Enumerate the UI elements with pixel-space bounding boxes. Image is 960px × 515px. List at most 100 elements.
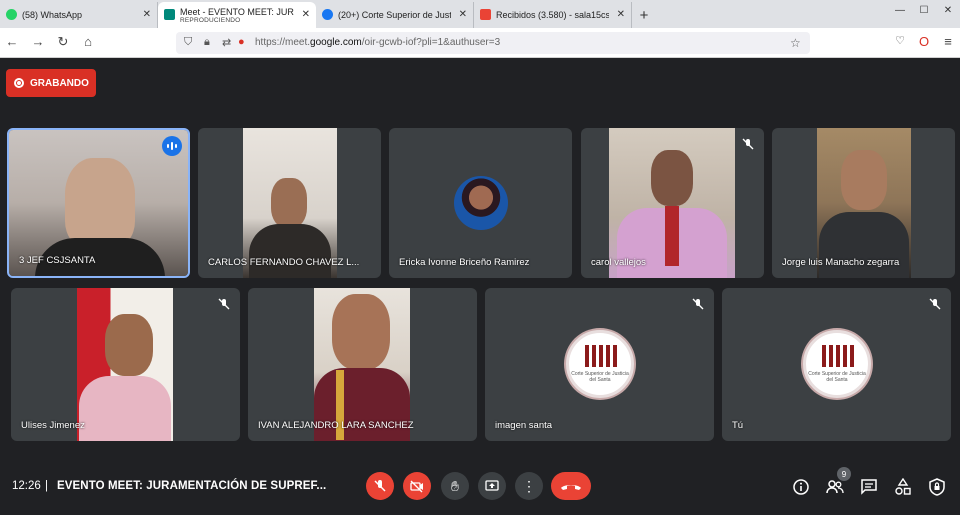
meet-stage: GRABANDO 3 JEF CSJSANTA CARLOS FERNANDO … — [0, 58, 960, 515]
tab-title: Meet - EVENTO MEET: JURAMEN — [180, 6, 294, 17]
back-icon[interactable]: ← — [2, 34, 22, 49]
participant-tile[interactable]: CARLOS FERNANDO CHAVEZ L... — [198, 128, 381, 278]
meeting-time: 12:26 — [12, 480, 41, 492]
participant-name: Ericka Ivonne Briceño Ramirez — [399, 257, 530, 268]
court-logo-avatar: Corte Superior de Justicia del Santa — [803, 330, 871, 398]
video-feed — [243, 128, 337, 278]
face — [841, 150, 887, 210]
more-vert-icon: ⋮ — [522, 477, 536, 494]
participant-tile[interactable]: Ulises Jimenez — [11, 288, 240, 441]
activities-icon[interactable] — [894, 478, 912, 496]
participant-name: Tú — [732, 420, 744, 431]
recording-label: GRABANDO — [30, 77, 89, 89]
tab-meet[interactable]: Meet - EVENTO MEET: JURAMEN REPRODUCIEND… — [158, 2, 316, 28]
participant-tile[interactable]: Corte Superior de Justicia del Santa Tú — [722, 288, 951, 441]
raise-hand-button[interactable]: ✋︎ — [441, 472, 469, 500]
tab-title: (20+) Corte Superior de Justicia — [338, 10, 451, 20]
leave-call-button[interactable] — [551, 472, 591, 500]
participant-tile[interactable]: Jorge luis Manacho zegarra — [772, 128, 955, 278]
close-tab-icon[interactable]: ✕ — [302, 9, 310, 20]
tab-facebook[interactable]: (20+) Corte Superior de Justicia ✕ — [316, 2, 474, 28]
gmail-icon — [480, 9, 491, 20]
tab-gmail[interactable]: Recibidos (3.580) - sala15csjsant ✕ — [474, 2, 632, 28]
browser-tab-bar: (58) WhatsApp ✕ Meet - EVENTO MEET: JURA… — [0, 0, 960, 28]
window-controls: — ☐ ✕ — [888, 0, 960, 20]
avatar — [454, 176, 508, 230]
close-tab-icon[interactable]: ✕ — [617, 9, 625, 20]
whatsapp-icon — [6, 9, 17, 20]
meeting-title: EVENTO MEET: JURAMENTACIÓN DE SUPREF... — [57, 480, 327, 492]
forward-icon[interactable]: → — [28, 34, 48, 49]
tab-subtitle: REPRODUCIENDO — [180, 16, 241, 24]
video-feed — [817, 128, 911, 278]
close-tab-icon[interactable]: ✕ — [143, 9, 151, 20]
face — [651, 150, 693, 206]
meet-control-bar: 12:26 | EVENTO MEET: JURAMENTACIÓN DE SU… — [0, 458, 960, 515]
recording-badge: GRABANDO — [6, 69, 96, 97]
participant-tile[interactable]: Corte Superior de Justicia del Santa ima… — [485, 288, 714, 441]
divider: | — [45, 480, 48, 492]
participant-tile[interactable]: 3 JEF CSJSANTA — [7, 128, 190, 278]
mic-off-icon — [742, 138, 754, 150]
hand-icon: ✋︎ — [451, 477, 459, 494]
mic-off-icon — [692, 298, 704, 310]
mic-toggle-button[interactable] — [366, 472, 394, 500]
participant-tile[interactable]: Ericka Ivonne Briceño Ramirez — [389, 128, 572, 278]
address-bar[interactable]: ⛉ 🔒︎ ⇄ ● https://meet.google.com/oir-gcw… — [176, 32, 810, 54]
court-logo-text: Corte Superior de Justicia del Santa — [571, 371, 629, 383]
meet-icon — [164, 9, 175, 20]
face — [105, 314, 153, 376]
video-feed — [314, 288, 410, 441]
shield-icon[interactable]: ⛉ — [184, 36, 192, 49]
facebook-icon — [322, 9, 333, 20]
minimize-icon[interactable]: — — [888, 0, 912, 20]
shoulders — [819, 212, 909, 278]
camera-off-icon — [410, 480, 423, 493]
mic-off-icon — [374, 480, 386, 492]
chat-icon[interactable] — [860, 478, 878, 496]
close-window-icon[interactable]: ✕ — [936, 0, 960, 20]
court-logo-avatar: Corte Superior de Justicia del Santa — [566, 330, 634, 398]
camera-toggle-button[interactable] — [403, 472, 431, 500]
menu-icon[interactable]: ≡ — [938, 34, 958, 49]
mic-off-icon — [218, 298, 230, 310]
home-icon[interactable]: ⌂ — [78, 34, 98, 49]
microphone-icon[interactable]: ● — [238, 36, 245, 48]
court-logo-mark — [585, 345, 617, 367]
face — [65, 158, 135, 248]
speaking-indicator-icon — [162, 136, 182, 156]
end-call-icon — [561, 485, 581, 490]
lock-icon[interactable]: 🔒︎ — [204, 36, 210, 49]
tab-title: Recibidos (3.580) - sala15csjsant — [496, 10, 609, 20]
participant-tile[interactable]: IVAN ALEJANDRO LARA SANCHEZ — [248, 288, 477, 441]
browser-toolbar: ← → ↻ ⌂ ⛉ 🔒︎ ⇄ ● https://meet.google.com… — [0, 28, 960, 58]
new-tab-button[interactable]: + — [632, 2, 656, 28]
medal-ribbon — [665, 206, 679, 266]
more-options-button[interactable]: ⋮ — [515, 472, 543, 500]
permissions-icon[interactable]: ⇄ — [222, 36, 231, 49]
url-text[interactable]: https://meet.google.com/oir-gcwb-iof?pli… — [255, 37, 500, 48]
meeting-info-icon[interactable] — [792, 478, 810, 496]
present-screen-icon — [485, 480, 499, 491]
court-logo-text: Corte Superior de Justicia del Santa — [808, 371, 866, 383]
face — [271, 178, 307, 228]
opera-extension-icon[interactable]: O — [914, 34, 934, 49]
participant-tile[interactable]: carol vallejos — [581, 128, 764, 278]
tab-title: (58) WhatsApp — [22, 10, 83, 20]
present-button[interactable] — [478, 472, 506, 500]
host-controls-icon[interactable] — [928, 478, 946, 496]
participant-name: imagen santa — [495, 420, 553, 431]
participant-count-badge: 9 — [837, 467, 851, 481]
video-feed — [609, 128, 735, 278]
participant-name: CARLOS FERNANDO CHAVEZ L... — [208, 257, 360, 268]
mic-off-icon — [929, 298, 941, 310]
pocket-icon[interactable]: ♡ — [890, 34, 910, 47]
tab-whatsapp[interactable]: (58) WhatsApp ✕ — [0, 2, 158, 28]
bookmark-star-icon[interactable]: ☆ — [790, 36, 801, 50]
participant-name: 3 JEF CSJSANTA — [19, 255, 96, 266]
participant-name: IVAN ALEJANDRO LARA SANCHEZ — [258, 420, 414, 431]
reload-icon[interactable]: ↻ — [53, 34, 73, 50]
close-tab-icon[interactable]: ✕ — [459, 9, 467, 20]
maximize-icon[interactable]: ☐ — [912, 0, 936, 20]
participant-name: Ulises Jimenez — [21, 420, 85, 431]
